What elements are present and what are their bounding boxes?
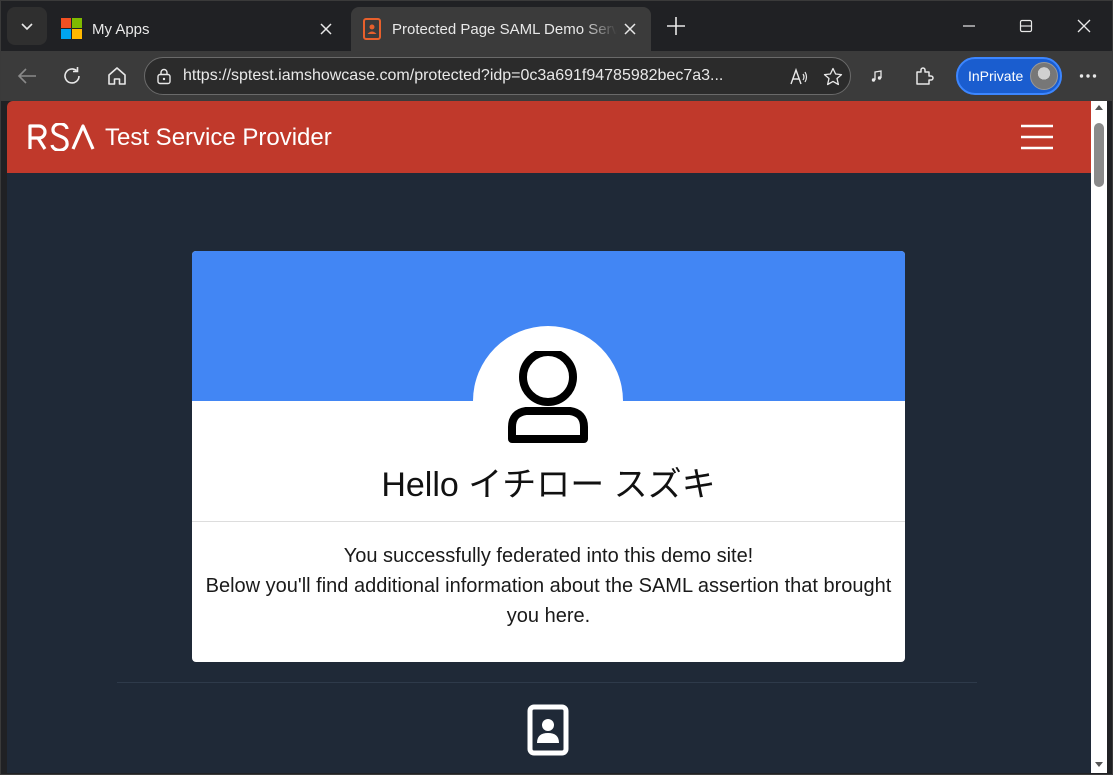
site-navbar: Test Service Provider xyxy=(7,101,1091,173)
puzzle-piece-icon xyxy=(916,67,934,85)
user-icon xyxy=(508,351,588,443)
music-note-icon xyxy=(871,70,882,82)
arrow-left-icon xyxy=(17,68,36,84)
refresh-button[interactable] xyxy=(56,60,88,92)
url-text: https://sptest.iamshowcase.com/protected… xyxy=(183,67,724,84)
inprivate-label: InPrivate xyxy=(968,68,1024,84)
tab-strip: My Apps Protected Page SAML Demo Service… xyxy=(1,1,1112,51)
card-message: You successfully federated into this dem… xyxy=(198,541,899,631)
tab-actions-menu-button[interactable] xyxy=(7,7,47,45)
microsoft-logo-icon xyxy=(61,18,82,39)
avatar xyxy=(1030,62,1059,90)
welcome-card: Hello イチロー スズキ You successfully federate… xyxy=(192,251,905,662)
page-scrollbar[interactable] xyxy=(1091,101,1107,773)
inprivate-profile-button[interactable]: InPrivate xyxy=(956,57,1062,95)
new-tab-button[interactable] xyxy=(663,13,689,39)
tab-title: Protected Page SAML Demo Service Provide… xyxy=(392,20,617,38)
more-horizontal-icon xyxy=(1079,74,1097,78)
browser-window: My Apps Protected Page SAML Demo Service… xyxy=(0,0,1113,775)
refresh-icon xyxy=(64,67,80,84)
hamburger-menu-icon[interactable] xyxy=(1017,123,1057,151)
scroll-up-arrow-icon[interactable] xyxy=(1095,105,1103,110)
media-control-button[interactable] xyxy=(861,60,893,92)
id-badge-icon xyxy=(527,704,569,756)
card-divider xyxy=(192,521,905,522)
success-message: You successfully federated into this dem… xyxy=(343,545,754,567)
close-window-button[interactable] xyxy=(1055,1,1112,51)
tab-title: My Apps xyxy=(92,20,150,38)
chevron-down-icon xyxy=(21,23,33,31)
id-badge-icon xyxy=(363,18,381,40)
maximize-icon xyxy=(1019,19,1033,33)
window-minimize-button[interactable] xyxy=(940,1,998,51)
back-button[interactable] xyxy=(11,60,43,92)
favorite-star-icon[interactable] xyxy=(823,67,843,87)
rsa-logo[interactable] xyxy=(27,123,97,151)
greeting-heading: Hello イチロー スズキ xyxy=(381,466,716,504)
read-aloud-icon[interactable] xyxy=(789,67,809,87)
close-tab-icon[interactable] xyxy=(617,16,643,42)
close-icon xyxy=(1077,19,1091,33)
tab-my-apps[interactable]: My Apps xyxy=(51,7,347,51)
info-message: Below you'll find additional information… xyxy=(205,575,892,627)
close-tab-icon[interactable] xyxy=(313,16,339,42)
site-brand-title[interactable]: Test Service Provider xyxy=(105,124,332,152)
section-divider xyxy=(117,682,977,683)
minimize-icon xyxy=(963,25,975,27)
lock-icon xyxy=(157,68,171,85)
scroll-down-arrow-icon[interactable] xyxy=(1095,762,1103,767)
tab-protected-page[interactable]: Protected Page SAML Demo Service Provide… xyxy=(351,7,651,51)
home-button[interactable] xyxy=(101,60,133,92)
browser-toolbar: https://sptest.iamshowcase.com/protected… xyxy=(1,51,1112,101)
extensions-button[interactable] xyxy=(908,60,940,92)
home-icon xyxy=(108,67,126,85)
page-viewport: Test Service Provider Hello イチロー スズキ You… xyxy=(7,101,1091,773)
settings-more-button[interactable] xyxy=(1072,60,1104,92)
plus-icon xyxy=(667,17,685,35)
maximize-button[interactable] xyxy=(997,1,1055,51)
scrollbar-thumb[interactable] xyxy=(1094,123,1104,187)
address-bar[interactable]: https://sptest.iamshowcase.com/protected… xyxy=(144,57,851,95)
